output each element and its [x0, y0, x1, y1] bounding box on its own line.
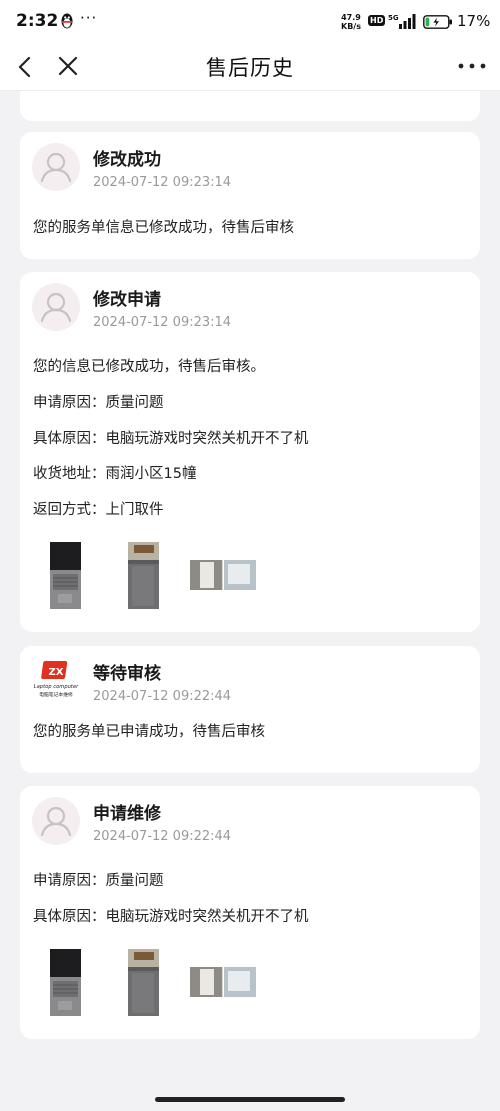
network-speed: 47.9 KB/s	[341, 13, 361, 31]
home-indicator[interactable]	[155, 1097, 345, 1102]
record-time: 2024-07-12 09:22:44	[93, 689, 232, 704]
network-speed-unit: KB/s	[341, 22, 361, 31]
history-card: 修改申请 2024-07-12 09:23:14 您的信息已修改成功，待售后审核…	[20, 272, 480, 632]
user-placeholder-icon	[40, 292, 72, 323]
history-list[interactable]: 修改成功 2024-07-12 09:23:14 您的服务单信息已修改成功，待售…	[0, 91, 500, 1086]
record-title: 申请维修	[93, 804, 161, 824]
record-detail-reason: 具体原因：电脑玩游戏时突然关机开不了机	[33, 431, 309, 447]
record-return-method: 返回方式：上门取件	[33, 502, 164, 518]
history-card: 修改成功 2024-07-12 09:23:14 您的服务单信息已修改成功，待售…	[20, 132, 480, 259]
record-reason: 申请原因：质量问题	[33, 873, 164, 889]
history-card: 申请维修 2024-07-12 09:22:44 申请原因：质量问题 具体原因：…	[20, 786, 480, 1039]
status-bar: 2:32 ··· 47.9 KB/s HD 5G 17%	[0, 0, 500, 44]
zx-logo-icon: ZX Laptop computer 电脑笔记本维修	[34, 661, 79, 698]
record-message: 您的信息已修改成功，待售后审核。	[33, 359, 265, 375]
record-title: 修改成功	[93, 150, 161, 170]
nav-bar: 售后历史	[0, 44, 500, 91]
record-title: 等待审核	[93, 664, 161, 684]
shop-logo: ZX Laptop computer 电脑笔记本维修	[32, 657, 80, 705]
logo-caption: Laptop computer	[34, 684, 79, 690]
record-title: 修改申请	[93, 290, 161, 310]
record-time: 2024-07-12 09:23:14	[93, 175, 232, 190]
logo-text: ZX	[49, 667, 64, 678]
avatar	[32, 143, 80, 191]
record-time: 2024-07-12 09:23:14	[93, 315, 232, 330]
battery-icon	[423, 14, 453, 29]
status-more-dots: ···	[80, 9, 98, 27]
photo-thumbnail[interactable]	[190, 560, 256, 590]
hd-badge: HD	[368, 15, 386, 26]
record-address: 收货地址：雨润小区15幢	[33, 466, 197, 482]
record-time: 2024-07-12 09:22:44	[93, 829, 232, 844]
qq-penguin-icon	[60, 12, 74, 30]
more-options-icon[interactable]	[455, 52, 489, 80]
record-detail-reason: 具体原因：电脑玩游戏时突然关机开不了机	[33, 909, 309, 925]
record-message: 您的服务单信息已修改成功，待售后审核	[33, 220, 294, 236]
photo-thumbnail[interactable]	[190, 967, 256, 997]
avatar	[32, 283, 80, 331]
battery-percent: 17%	[457, 12, 491, 30]
logo-subcaption: 电脑笔记本维修	[39, 691, 73, 698]
signal-label: 5G	[388, 14, 399, 22]
record-message: 您的服务单已申请成功，待售后审核	[33, 724, 265, 740]
user-placeholder-icon	[40, 806, 72, 837]
user-placeholder-icon	[40, 152, 72, 183]
status-time: 2:32	[16, 11, 59, 31]
photo-thumbnail[interactable]	[50, 949, 81, 1016]
page-title: 售后历史	[206, 56, 294, 80]
photo-thumbnail[interactable]	[128, 542, 159, 609]
history-card: ZX Laptop computer 电脑笔记本维修 等待审核 2024-07-…	[20, 646, 480, 773]
record-reason: 申请原因：质量问题	[33, 395, 164, 411]
history-card-partial	[20, 91, 480, 121]
photo-thumbnail[interactable]	[128, 949, 159, 1016]
photo-thumbnail[interactable]	[50, 542, 81, 609]
avatar	[32, 797, 80, 845]
signal-icon: 5G	[388, 12, 418, 30]
network-speed-value: 47.9	[341, 13, 361, 22]
